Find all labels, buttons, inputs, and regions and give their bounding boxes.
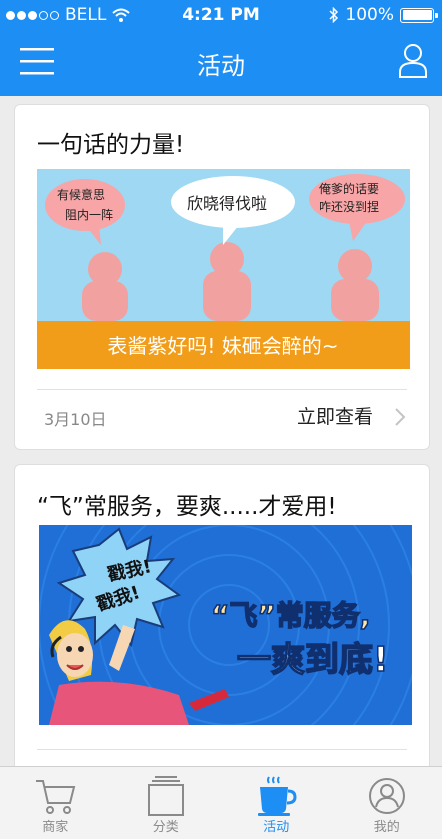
tab-label: 我的 [373,820,400,835]
user-icon[interactable] [398,42,428,78]
battery-icon [400,7,438,23]
bubble-text: 俺爹的话要 [319,181,379,196]
activity-card[interactable]: 一句话的力量! 有候意思 阻内一阵 欣晓得伐啦 俺爹的话要 咋还没到捏 表酱紫好… [14,104,430,450]
tab-category[interactable]: 分类 [111,767,222,839]
banner-caption: 表酱紫好吗! 妹砸会醉的~ [107,334,338,358]
card-footer: 3月10日 立即查看 [15,390,429,450]
bluetooth-icon [329,7,339,23]
card-title: 一句话的力量! [37,132,185,158]
header: BELL 4:21 PM 100% 活动 [0,0,442,96]
tab-activity[interactable]: 活动 [221,767,332,839]
card-divider [37,749,407,750]
chevron-right-icon[interactable] [393,406,407,428]
activity-banner-image[interactable]: 戳我! 戳我! “飞”常服务, 一爽到底! [39,525,412,725]
tab-mine[interactable]: 我的 [332,767,442,839]
bubble-text: 有候意思 [57,187,105,202]
coffee-cup-icon [258,776,297,816]
tab-label: 活动 [263,820,290,835]
profile-icon [368,778,405,814]
page-title: 活动 [197,52,245,80]
tab-label: 分类 [152,820,179,835]
card-title: “飞”常服务，要爽.....才爱用! [37,494,337,520]
battery-percent: 100% [345,5,394,25]
bubble-text: 欣晓得伐啦 [187,194,267,213]
activity-list: 一句话的力量! 有候意思 阻内一阵 欣晓得伐啦 俺爹的话要 咋还没到捏 表酱紫好… [0,96,442,766]
tab-bar: 商家 分类 活动 我的 [0,766,442,839]
slogan-line: 一爽到底! [237,640,389,680]
category-icon [147,776,184,816]
cart-icon [36,780,76,814]
bubble-text: 阻内一阵 [65,208,113,222]
tab-label: 商家 [42,820,69,835]
tab-merchants[interactable]: 商家 [0,767,111,839]
activity-banner-image[interactable]: 有候意思 阻内一阵 欣晓得伐啦 俺爹的话要 咋还没到捏 表酱紫好吗! 妹砸会醉的… [37,169,410,369]
activity-card[interactable]: “飞”常服务，要爽.....才爱用! 戳我! 戳我! “飞”常服务, 一爽到底! [14,464,430,766]
view-now-link[interactable]: 立即查看 [297,402,373,429]
slogan-line: “飞”常服务, [211,599,370,632]
activity-date: 3月10日 [44,410,107,429]
bubble-text: 咋还没到捏 [319,199,379,214]
status-bar: BELL 4:21 PM 100% [0,0,442,30]
